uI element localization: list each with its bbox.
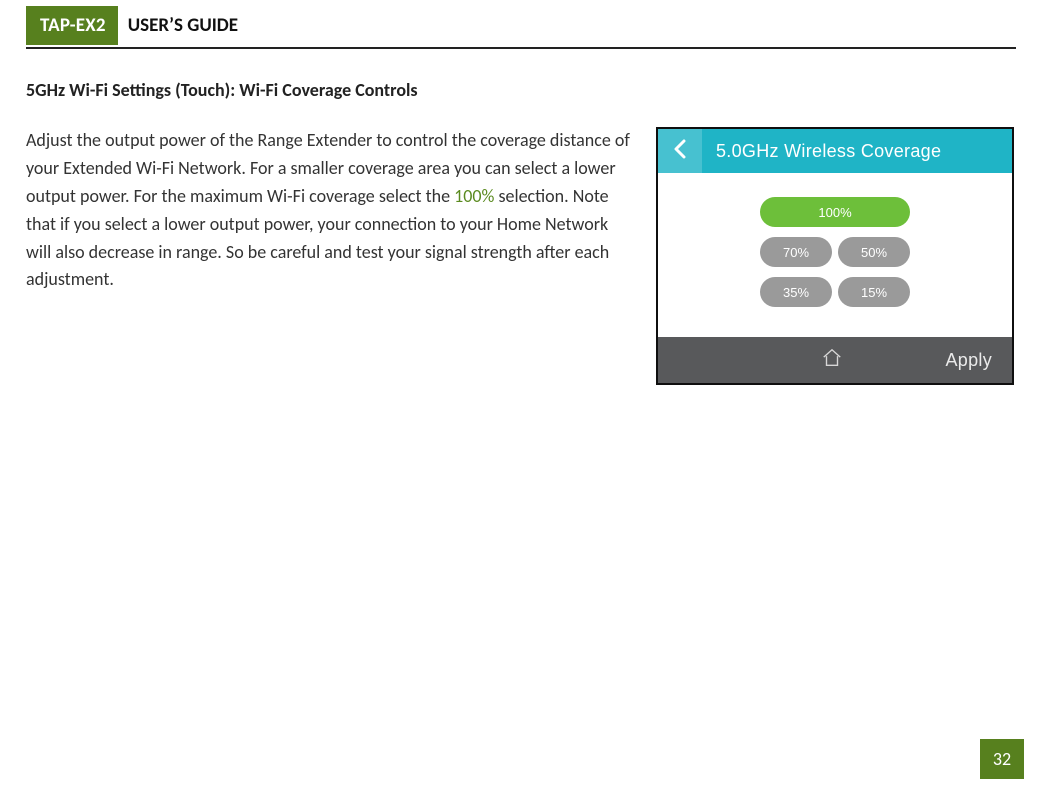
body-text-highlight: 100% — [454, 185, 494, 207]
coverage-option-15[interactable]: 15% — [838, 277, 910, 307]
section-heading-prefix: 5GHz — [26, 79, 65, 101]
device-screenshot: 5.0GHz Wireless Coverage 100% 70% 50% 35… — [656, 127, 1014, 385]
option-row-1: 70% 50% — [760, 237, 910, 267]
option-row-selected: 100% — [760, 197, 910, 227]
header-rule — [26, 47, 1016, 49]
device-footer: Apply — [658, 337, 1012, 383]
content-row: Adjust the output power of the Range Ext… — [26, 127, 1016, 385]
device-header-title: 5.0GHz Wireless Coverage — [702, 141, 941, 162]
coverage-option-100[interactable]: 100% — [760, 197, 910, 227]
chevron-left-icon — [673, 139, 687, 164]
coverage-option-70[interactable]: 70% — [760, 237, 832, 267]
header-title: USER’S GUIDE — [118, 6, 238, 45]
home-icon — [821, 347, 843, 374]
device-body: 100% 70% 50% 35% 15% — [658, 173, 1012, 337]
section-heading: 5GHz Wi-Fi Settings (Touch): Wi-Fi Cover… — [26, 79, 1016, 101]
coverage-option-35[interactable]: 35% — [760, 277, 832, 307]
page-header: TAP-EX2 USER’S GUIDE — [26, 6, 1016, 45]
header-model-tab: TAP-EX2 — [26, 6, 118, 45]
page: TAP-EX2 USER’S GUIDE 5GHz Wi-Fi Settings… — [0, 6, 1042, 797]
page-number-badge: 32 — [980, 739, 1024, 779]
coverage-option-50[interactable]: 50% — [838, 237, 910, 267]
option-row-2: 35% 15% — [760, 277, 910, 307]
home-button[interactable] — [722, 347, 942, 374]
device-header: 5.0GHz Wireless Coverage — [658, 129, 1012, 173]
section-heading-rest: Wi-Fi Settings (Touch): Wi-Fi Coverage C… — [65, 79, 418, 101]
body-paragraph: Adjust the output power of the Range Ext… — [26, 127, 636, 294]
back-button[interactable] — [658, 129, 702, 173]
